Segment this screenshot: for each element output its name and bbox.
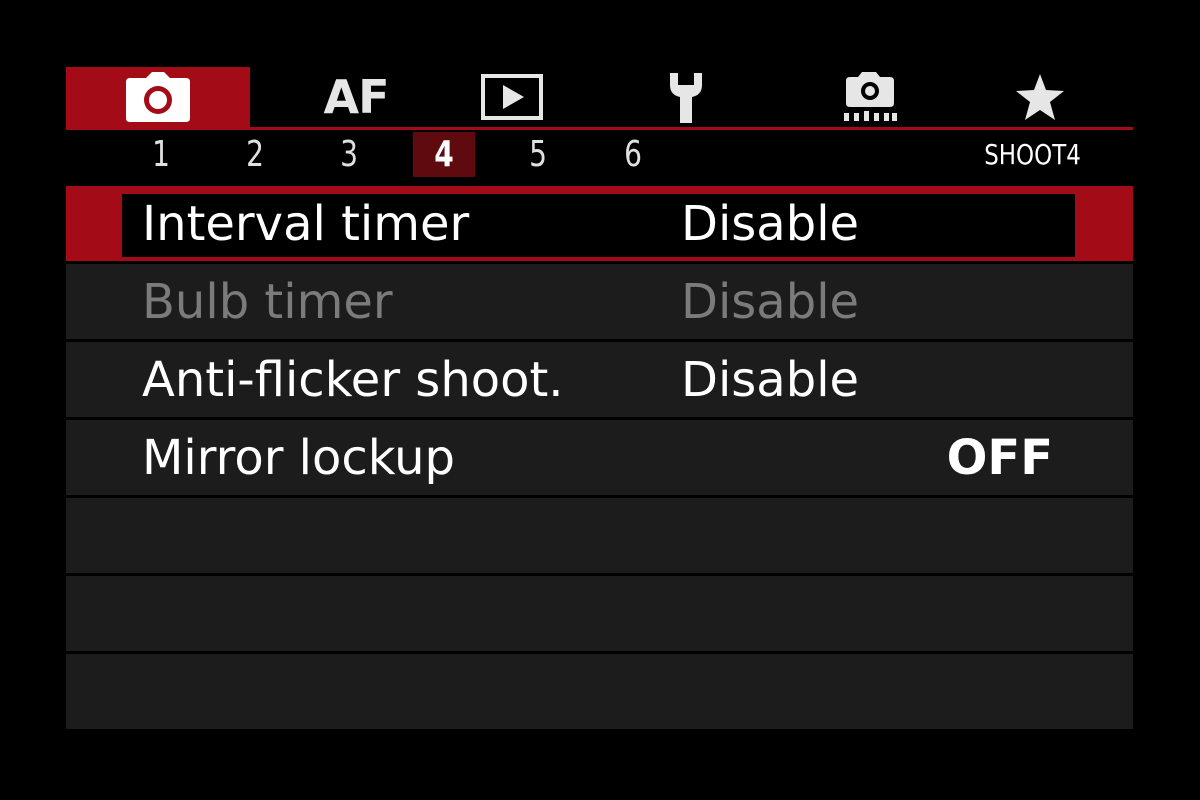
tab-custom[interactable]	[820, 67, 920, 127]
subtab-4[interactable]: 4	[412, 132, 476, 177]
tab-af[interactable]: AF	[286, 67, 426, 127]
main-tab-bar: AF	[66, 67, 1133, 127]
menu-empty-row	[66, 654, 1133, 729]
subtab-3[interactable]: 3	[318, 132, 380, 177]
subtab-2[interactable]: 2	[224, 132, 286, 177]
menu-item-label: Bulb timer	[142, 273, 393, 330]
menu-item-label: Interval timer	[142, 195, 470, 252]
subtab-1[interactable]: 1	[130, 132, 192, 177]
tab-shooting[interactable]	[66, 67, 250, 127]
menu-item-bulb-timer[interactable]: Bulb timer Disable	[66, 264, 1133, 339]
tab-playback[interactable]	[462, 67, 562, 127]
menu-list: Interval timer Disable Bulb timer Disabl…	[66, 186, 1133, 732]
star-icon	[1016, 74, 1064, 120]
subtab-6[interactable]: 6	[602, 132, 664, 177]
menu-item-value: Disable	[681, 195, 860, 252]
menu-item-interval-timer[interactable]: Interval timer Disable	[66, 186, 1133, 261]
tab-mymenu[interactable]	[1000, 67, 1080, 127]
playback-icon	[481, 74, 543, 120]
menu-item-anti-flicker[interactable]: Anti-flicker shoot. Disable	[66, 342, 1133, 417]
camera-menu-screen: AF 1 2 3 4 5 6 SHOOT4 Interval timer Dis…	[0, 0, 1200, 800]
menu-item-value: Disable	[681, 351, 860, 408]
wrench-icon	[670, 73, 702, 123]
menu-item-mirror-lockup[interactable]: Mirror lockup OFF	[66, 420, 1133, 495]
subtab-5[interactable]: 5	[507, 132, 569, 177]
menu-empty-row	[66, 576, 1133, 651]
camera-icon	[126, 72, 190, 122]
tab-setup[interactable]	[646, 67, 726, 127]
menu-item-value: OFF	[946, 429, 1053, 486]
sub-tab-bar: 1 2 3 4 5 6 SHOOT4	[66, 130, 1133, 178]
menu-item-label: Mirror lockup	[142, 429, 455, 486]
menu-empty-row	[66, 498, 1133, 573]
menu-item-value: Disable	[681, 273, 860, 330]
custom-camera-icon	[844, 72, 897, 121]
menu-item-label: Anti-flicker shoot.	[142, 351, 564, 408]
page-id: SHOOT4	[984, 138, 1081, 171]
tab-af-label: AF	[323, 70, 389, 124]
